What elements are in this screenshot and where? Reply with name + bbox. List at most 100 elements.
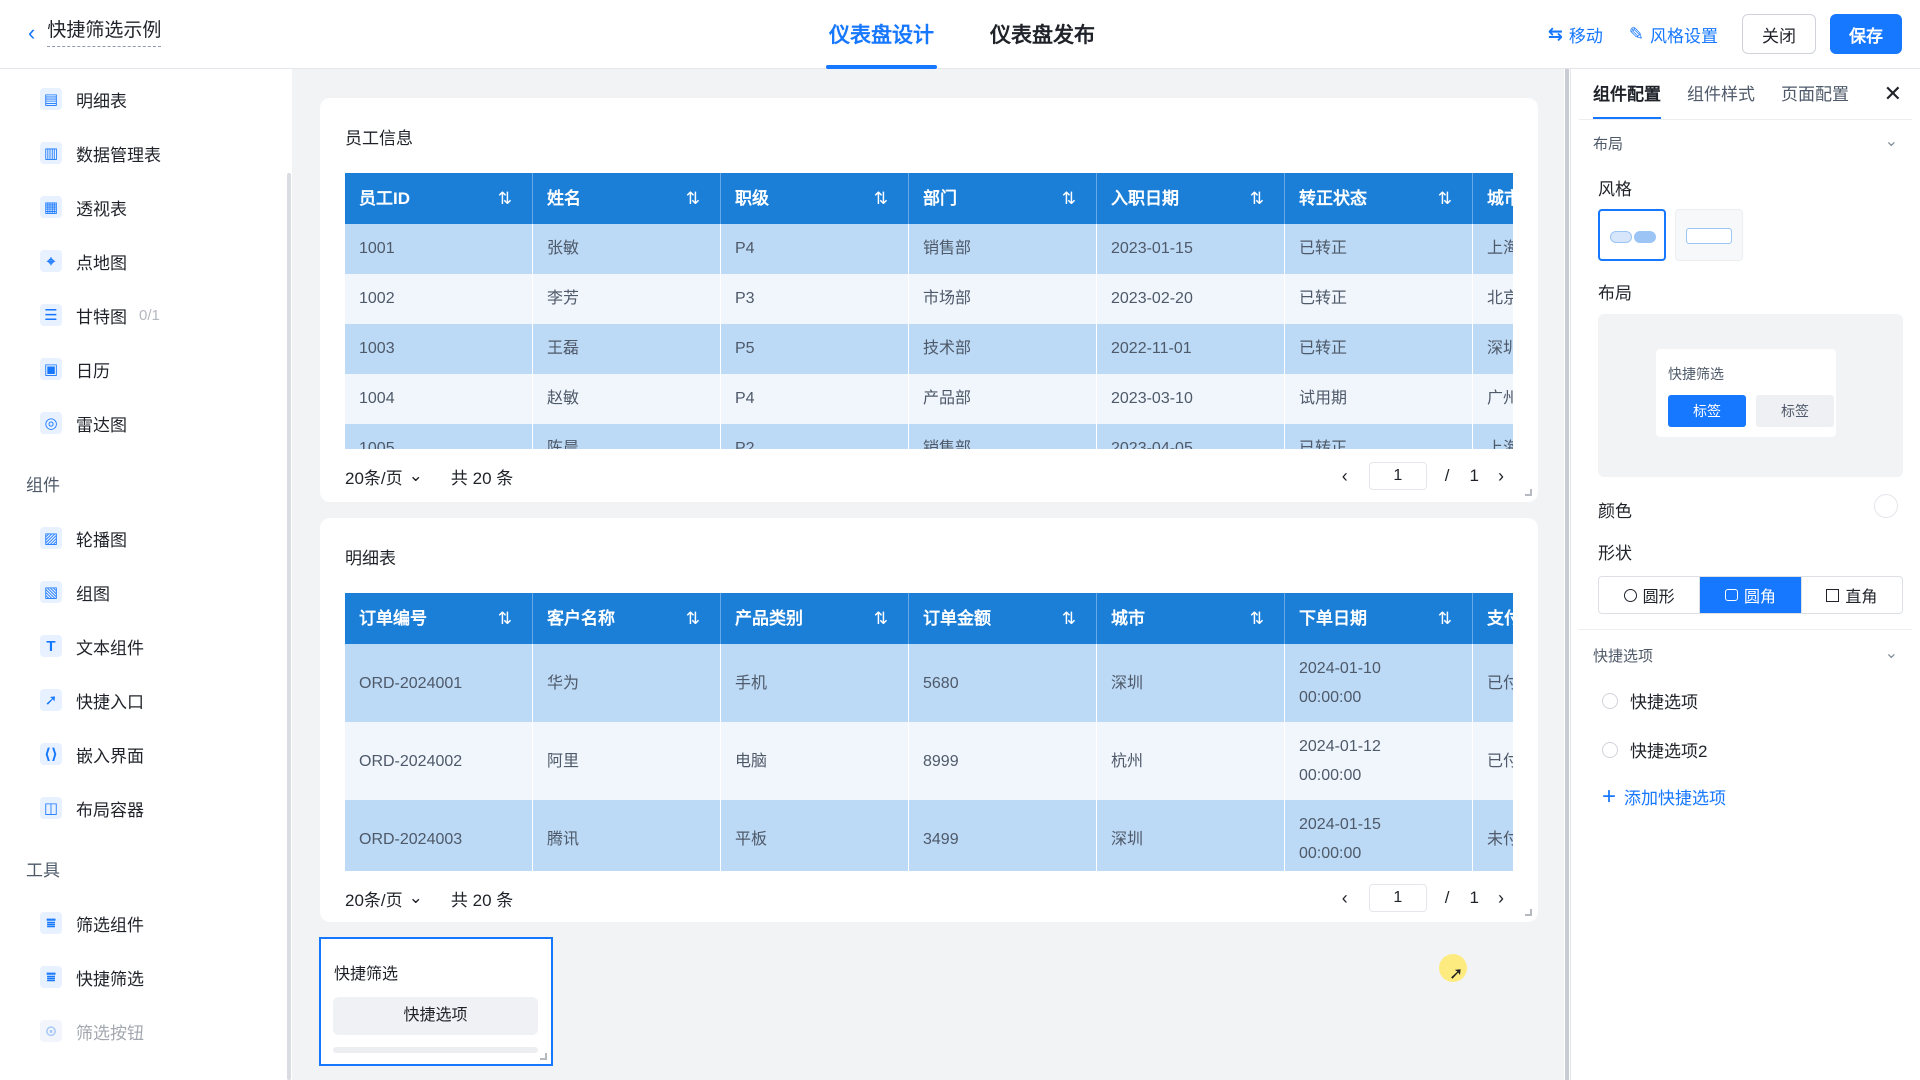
quick-option-item[interactable]: 快捷选项 xyxy=(1602,688,1698,713)
next-page-button[interactable]: › xyxy=(1489,888,1513,909)
sort-icon[interactable]: ⇅ xyxy=(1062,593,1076,644)
chevron-down-icon[interactable]: ⌄ xyxy=(1885,643,1898,663)
cell-value: 2023-04-05 xyxy=(1111,440,1193,449)
tab-component-style[interactable]: 组件样式 xyxy=(1687,83,1755,119)
tab-dashboard-publish[interactable]: 仪表盘发布 xyxy=(987,0,1098,69)
back-button[interactable]: ‹ 快捷筛选示例 xyxy=(28,18,162,47)
sort-icon[interactable]: ⇅ xyxy=(1438,593,1452,644)
column-header[interactable]: 客户名称 ⇅ xyxy=(533,593,721,644)
column-header[interactable]: 职级 ⇅ xyxy=(721,173,909,224)
sidebar-item[interactable]: ⩸ 筛选组件 xyxy=(40,903,144,943)
shape-square-option[interactable]: 直角 xyxy=(1802,577,1902,613)
canvas-scrollbar[interactable] xyxy=(1565,69,1569,1080)
cell-value: 2024-01-12 00:00:00 xyxy=(1299,738,1381,784)
tab-dashboard-design[interactable]: 仪表盘设计 xyxy=(826,0,937,69)
chevron-down-icon[interactable]: ⌄ xyxy=(1885,131,1898,151)
save-button[interactable]: 保存 xyxy=(1830,14,1902,54)
dashboard-title[interactable]: 快捷筛选示例 xyxy=(47,18,162,47)
table-row[interactable]: 1001 张敏 P4 销售部 2023-01-15 已转正 上海 xyxy=(345,224,1513,274)
radio-button[interactable] xyxy=(1602,741,1618,758)
sidebar-item[interactable]: ⩸ 快捷筛选 xyxy=(40,957,144,997)
quick-filter-widget[interactable]: 快捷筛选 快捷选项 xyxy=(319,937,553,1066)
sidebar-item[interactable]: ▤ 明细表 xyxy=(40,79,127,119)
sort-icon[interactable]: ⇅ xyxy=(874,593,888,644)
style-option-dropdown[interactable] xyxy=(1675,209,1743,261)
prev-page-button[interactable]: ‹ xyxy=(1333,466,1357,487)
resize-handle[interactable] xyxy=(1525,489,1532,496)
sidebar-item[interactable]: ◫ 布局容器 xyxy=(40,788,144,828)
column-header[interactable]: 城市 xyxy=(1473,173,1513,224)
column-header[interactable]: 产品类别 ⇅ xyxy=(721,593,909,644)
resize-handle[interactable] xyxy=(1525,909,1532,916)
sidebar-item[interactable]: ⟨⟩ 嵌入界面 xyxy=(40,734,144,774)
column-header[interactable]: 入职日期 ⇅ xyxy=(1097,173,1285,224)
cell-value: 深圳 xyxy=(1111,674,1144,692)
sort-icon[interactable]: ⇅ xyxy=(1250,173,1264,224)
sidebar-item[interactable]: ➚ 快捷入口 xyxy=(40,680,144,720)
shape-square-label: 直角 xyxy=(1845,589,1878,606)
column-header[interactable]: 部门 ⇅ xyxy=(909,173,1097,224)
page-input[interactable]: 1 xyxy=(1368,462,1427,490)
sidebar-item[interactable]: ▧ 组图 xyxy=(40,572,110,612)
tab-page-config[interactable]: 页面配置 xyxy=(1781,83,1849,119)
sort-icon[interactable]: ⇅ xyxy=(498,593,512,644)
shape-circle-option[interactable]: 圆形 xyxy=(1599,577,1701,613)
sort-icon[interactable]: ⇅ xyxy=(498,173,512,224)
close-icon[interactable]: ✕ xyxy=(1884,81,1902,107)
column-header[interactable]: 订单编号 ⇅ xyxy=(345,593,533,644)
table-row[interactable]: 1005 陈晨 P2 销售部 2023-04-05 已转正 上海 xyxy=(345,424,1513,449)
sort-icon[interactable]: ⇅ xyxy=(1250,593,1264,644)
sidebar-item[interactable]: T 文本组件 xyxy=(40,626,144,666)
layout-preview[interactable]: 快捷筛选 标签 标签 xyxy=(1598,314,1903,477)
sidebar-item[interactable]: ▥ 数据管理表 xyxy=(40,133,161,173)
column-header[interactable]: 下单日期 ⇅ xyxy=(1285,593,1473,644)
quick-option-item[interactable]: 快捷选项2 xyxy=(1602,737,1707,762)
move-button[interactable]: ⇆ 移动 xyxy=(1548,22,1603,47)
style-option-pills[interactable] xyxy=(1598,209,1666,261)
sidebar-item[interactable]: ▣ 日历 xyxy=(40,349,110,389)
table-row[interactable]: ORD-2024002 阿里 电脑 8999 杭州 2024-01-12 00:00:00… xyxy=(345,722,1513,800)
column-header[interactable]: 支付状态 xyxy=(1473,593,1513,644)
style-settings-button[interactable]: ✎ 风格设置 xyxy=(1629,22,1718,47)
sidebar-item[interactable]: ▨ 轮播图 xyxy=(40,518,127,558)
next-page-button[interactable]: › xyxy=(1489,466,1513,487)
table-row[interactable]: 1003 王磊 P5 技术部 2022-11-01 已转正 深圳 xyxy=(345,324,1513,374)
close-button[interactable]: 关闭 xyxy=(1742,14,1816,54)
table-row[interactable]: 1002 李芳 P3 市场部 2023-02-20 已转正 北京 xyxy=(345,274,1513,324)
sort-icon[interactable]: ⇅ xyxy=(686,593,700,644)
table-row[interactable]: ORD-2024001 华为 手机 5680 深圳 2024-01-10 00:00:00… xyxy=(345,644,1513,722)
sidebar-item[interactable]: ⌖ 点地图 xyxy=(40,241,127,281)
sort-icon[interactable]: ⇅ xyxy=(874,173,888,224)
table-row[interactable]: 1004 赵敏 P4 产品部 2023-03-10 试用期 广州 xyxy=(345,374,1513,424)
sort-icon[interactable]: ⇅ xyxy=(686,173,700,224)
sidebar-item[interactable]: ◎ 雷达图 xyxy=(40,403,127,443)
sort-icon[interactable]: ⇅ xyxy=(1062,173,1076,224)
page-input[interactable]: 1 xyxy=(1368,884,1427,912)
column-header[interactable]: 员工ID ⇅ xyxy=(345,173,533,224)
shape-rounded-option[interactable]: 圆角 xyxy=(1700,577,1802,613)
add-quick-option-button[interactable]: + 添加快捷选项 xyxy=(1602,784,1726,809)
sidebar-item[interactable]: ▦ 透视表 xyxy=(40,187,127,227)
table-row[interactable]: ORD-2024003 腾讯 平板 3499 深圳 2024-01-15 00:00:00… xyxy=(345,800,1513,871)
table-cell: 陈晨 xyxy=(533,424,721,449)
tab-component-config[interactable]: 组件配置 xyxy=(1593,83,1661,120)
page-size-select[interactable]: 20条/页 ⌄ xyxy=(345,886,423,911)
radio-button[interactable] xyxy=(1602,692,1618,709)
prev-page-button[interactable]: ‹ xyxy=(1333,888,1357,909)
sidebar-item[interactable]: ⊙ 筛选按钮 xyxy=(40,1011,144,1051)
resize-handle[interactable] xyxy=(540,1053,547,1060)
page-size-select[interactable]: 20条/页 ⌄ xyxy=(345,464,423,489)
quick-filter-option[interactable]: 快捷选项 xyxy=(333,997,538,1035)
column-header[interactable]: 姓名 ⇅ xyxy=(533,173,721,224)
color-picker[interactable] xyxy=(1874,494,1898,518)
cell-value: ORD-2024002 xyxy=(359,752,463,770)
column-header[interactable]: 城市 ⇅ xyxy=(1097,593,1285,644)
sort-icon[interactable]: ⇅ xyxy=(1438,173,1452,224)
quick-filter-scrollbar[interactable] xyxy=(333,1047,538,1053)
column-header[interactable]: 订单金额 ⇅ xyxy=(909,593,1097,644)
sidebar-item[interactable]: ☰ 甘特图 0/1 xyxy=(40,295,160,335)
employee-table-card[interactable]: 员工信息 员工ID ⇅ 姓名 ⇅ 职级 ⇅ 部门 ⇅ 入职日期 ⇅ 转正状态 ⇅ 城市 1001 张敏 P4… xyxy=(320,98,1538,502)
column-header[interactable]: 转正状态 ⇅ xyxy=(1285,173,1473,224)
sidebar-scrollbar[interactable] xyxy=(287,173,291,1080)
detail-table-card[interactable]: 明细表 订单编号 ⇅ 客户名称 ⇅ 产品类别 ⇅ 订单金额 ⇅ 城市 ⇅ 下单日期 ⇅ 支付状态 ORD… xyxy=(320,518,1538,922)
